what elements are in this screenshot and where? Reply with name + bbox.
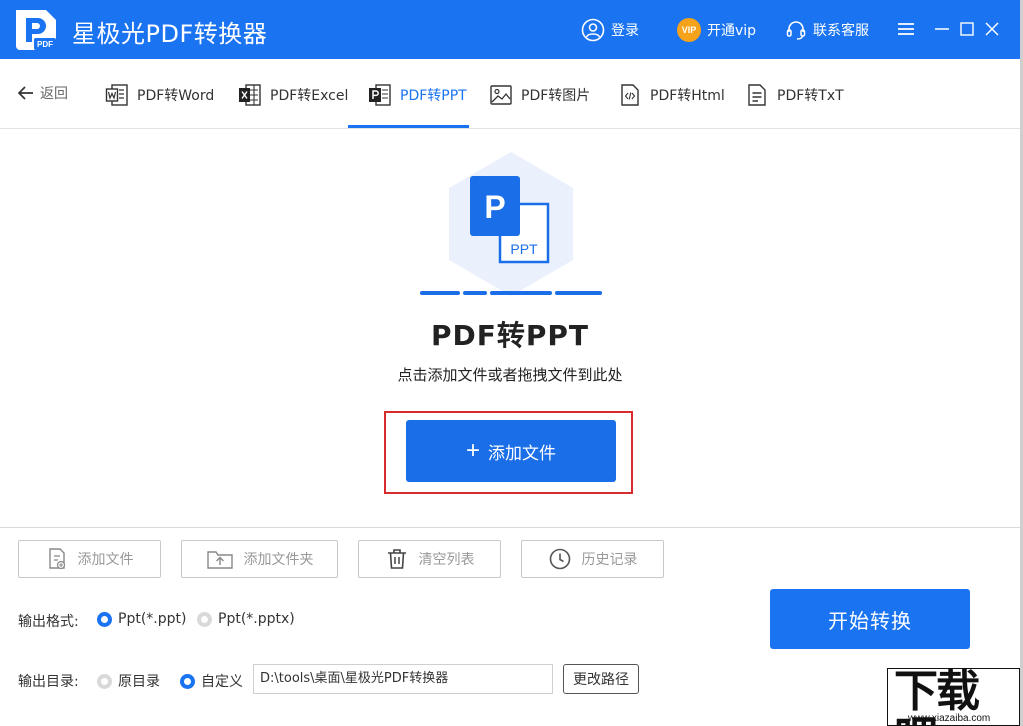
tab-label: PDF转Word — [137, 88, 215, 104]
support-label: 联系客服 — [813, 23, 869, 39]
add-folder-button[interactable]: 添加文件夹 — [181, 540, 338, 578]
plus-icon: + — [465, 437, 480, 464]
minimize-icon[interactable] — [931, 18, 953, 40]
hero-small-label: PPT — [510, 241, 538, 257]
tab-pdf-to-word[interactable]: PDF转Word — [105, 83, 214, 107]
vip-badge-icon: VIP — [677, 18, 701, 42]
headset-icon — [786, 21, 806, 40]
ppt-file-icon — [369, 84, 391, 106]
login-button[interactable]: 登录 — [581, 16, 639, 44]
app-window: PDF 星极光PDF转换器 登录 VIP 开通vip 联系客服 返回 PDF转W… — [0, 0, 1023, 726]
clear-list-button[interactable]: 清空列表 — [358, 540, 501, 578]
hero-big-letter: P — [484, 189, 505, 225]
dir-custom-radio[interactable]: 自定义 — [180, 671, 243, 691]
dir-original-label: 原目录 — [118, 674, 160, 690]
word-file-icon — [105, 84, 128, 106]
radio-unselected-icon — [97, 673, 112, 689]
format-pptx-label: Ppt(*.pptx) — [218, 611, 295, 627]
vip-label: 开通vip — [707, 23, 757, 39]
menu-icon[interactable] — [895, 18, 917, 40]
excel-file-icon — [239, 84, 261, 106]
maximize-icon[interactable] — [956, 18, 978, 40]
tab-pdf-to-html[interactable]: PDF转Html — [618, 83, 725, 107]
conversion-tab-bar: 返回 PDF转Word PDF转Excel PDF转PPT PDF转图片 PDF… — [0, 59, 1020, 129]
logo-text: PDF — [37, 40, 53, 49]
vip-button[interactable]: VIP 开通vip — [677, 16, 756, 44]
clock-icon — [549, 548, 570, 570]
tab-label: PDF转Html — [650, 88, 725, 104]
format-ppt-label: Ppt(*.ppt) — [118, 611, 187, 627]
tab-label: PDF转图片 — [521, 88, 591, 104]
change-path-button[interactable]: 更改路径 — [563, 664, 639, 694]
watermark-url: www.xiazaiba.com — [908, 713, 991, 724]
tab-label: PDF转TxT — [777, 88, 844, 104]
radio-unselected-icon — [197, 611, 212, 627]
arrow-left-icon — [17, 86, 33, 100]
tab-pdf-to-ppt[interactable]: PDF转PPT — [368, 83, 467, 107]
dir-custom-label: 自定义 — [201, 674, 243, 690]
add-folder-label: 添加文件夹 — [243, 552, 314, 568]
support-button[interactable]: 联系客服 — [785, 16, 869, 44]
tab-pdf-to-image[interactable]: PDF转图片 — [489, 83, 590, 107]
title-bar: PDF 星极光PDF转换器 登录 VIP 开通vip 联系客服 — [0, 0, 1020, 59]
add-file-main-label: 添加文件 — [488, 443, 556, 463]
history-button[interactable]: 历史记录 — [521, 540, 664, 578]
add-file-main-button[interactable]: + 添加文件 — [406, 420, 616, 482]
active-tab-indicator — [348, 125, 469, 128]
output-format-label: 输出格式: — [18, 614, 79, 630]
add-file-button[interactable]: 添加文件 — [18, 540, 161, 578]
section-divider — [0, 527, 1020, 528]
site-watermark: 下载吧 www.xiazaiba.com — [887, 668, 1020, 726]
format-pptx-radio[interactable]: Ppt(*.pptx) — [197, 611, 295, 627]
close-icon[interactable] — [981, 18, 1003, 40]
tab-label: PDF转Excel — [270, 88, 349, 104]
format-ppt-radio[interactable]: Ppt(*.ppt) — [97, 611, 186, 627]
radio-selected-icon — [180, 673, 195, 689]
file-add-icon — [48, 548, 65, 570]
drop-hint: 点击添加文件或者拖拽文件到此处 — [397, 366, 623, 384]
back-label: 返回 — [40, 86, 68, 102]
trash-icon — [387, 549, 406, 569]
tab-pdf-to-txt[interactable]: PDF转TxT — [745, 83, 844, 107]
tab-label: PDF转PPT — [400, 88, 467, 104]
image-icon — [490, 85, 512, 105]
folder-upload-icon — [206, 551, 233, 569]
user-icon — [581, 18, 605, 42]
radio-selected-icon — [97, 611, 112, 627]
html-file-icon — [621, 84, 639, 106]
output-dir-label: 输出目录: — [18, 674, 79, 690]
txt-file-icon — [748, 84, 766, 106]
back-button[interactable]: 返回 — [16, 83, 68, 103]
app-title: 星极光PDF转换器 — [72, 20, 268, 48]
login-label: 登录 — [611, 23, 639, 39]
history-label: 历史记录 — [581, 552, 638, 568]
tab-pdf-to-excel[interactable]: PDF转Excel — [238, 83, 348, 107]
app-logo-icon: PDF — [16, 10, 56, 50]
page-title: PDF转PPT — [430, 319, 590, 352]
ppt-hero-icon[interactable]: PPT P — [420, 150, 602, 300]
output-path-input[interactable]: D:\tools\桌面\星极光PDF转换器 — [253, 664, 553, 694]
dir-original-radio[interactable]: 原目录 — [97, 671, 160, 691]
start-convert-button[interactable]: 开始转换 — [770, 589, 970, 649]
clear-list-label: 清空列表 — [418, 552, 475, 568]
add-file-label: 添加文件 — [77, 552, 134, 568]
